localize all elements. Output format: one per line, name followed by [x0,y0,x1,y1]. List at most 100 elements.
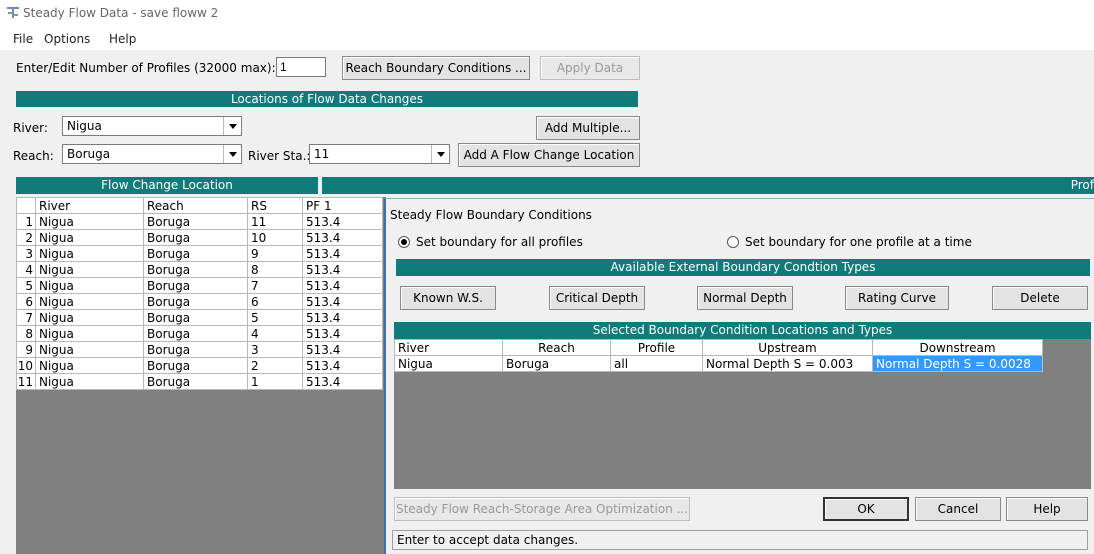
cell-rs[interactable]: 7 [247,277,303,294]
cell-reach[interactable]: Boruga [143,325,248,342]
table-row[interactable]: 2 Nigua Boruga 10 513.4 [16,229,383,246]
table-row[interactable]: 6 Nigua Boruga 6 513.4 [16,293,383,310]
cell-flow[interactable]: 513.4 [302,357,383,374]
profiles-label: Enter/Edit Number of Profiles (32000 max… [16,61,276,75]
row-number: 3 [16,245,36,262]
delete-button[interactable]: Delete [992,286,1088,310]
table-row[interactable]: 7 Nigua Boruga 5 513.4 [16,309,383,326]
cell-river[interactable]: Nigua [35,229,144,246]
river-select[interactable]: Nigua [62,116,242,136]
table-row[interactable]: 3 Nigua Boruga 9 513.4 [16,245,383,262]
radio-selected-icon[interactable] [398,236,410,248]
critical-depth-button[interactable]: Critical Depth [549,286,645,310]
ok-button[interactable]: OK [823,497,909,521]
flow-change-table: River Reach RS PF 1 1 Nigua Boruga 11 513.4 … [16,197,383,390]
rating-curve-button[interactable]: Rating Curve [845,286,949,310]
cell-rs[interactable]: 6 [247,293,303,310]
radio-all-profiles[interactable]: Set boundary for all profiles [398,235,583,249]
chevron-down-icon[interactable] [431,145,449,163]
river-station-select[interactable]: 11 [309,144,450,164]
cell-upstream[interactable]: Normal Depth S = 0.003 [702,355,873,372]
cell-river[interactable]: Nigua [35,357,144,374]
row-number: 2 [16,229,36,246]
reach-boundary-conditions-button[interactable]: Reach Boundary Conditions ... [342,56,530,80]
table-row[interactable]: 10 Nigua Boruga 2 513.4 [16,357,383,374]
cell-downstream[interactable]: Normal Depth S = 0.0028 [872,355,1043,372]
cell-flow[interactable]: 513.4 [302,213,383,230]
table-row[interactable]: 4 Nigua Boruga 8 513.4 [16,261,383,278]
cell-river[interactable]: Nigua [394,355,503,372]
cell-river[interactable]: Nigua [35,261,144,278]
cell-flow[interactable]: 513.4 [302,309,383,326]
cell-flow[interactable]: 513.4 [302,229,383,246]
menu-bar: File Options Help [0,30,1094,50]
add-multiple-button[interactable]: Add Multiple... [536,116,640,140]
cell-flow[interactable]: 513.4 [302,341,383,358]
cell-flow[interactable]: 513.4 [302,373,383,390]
table-row[interactable]: 8 Nigua Boruga 4 513.4 [16,325,383,342]
cell-rs[interactable]: 3 [247,341,303,358]
reach-select[interactable]: Boruga [62,144,242,164]
cell-rs[interactable]: 4 [247,325,303,342]
table-row[interactable]: Nigua Boruga all Normal Depth S = 0.003 … [394,355,1043,372]
radio-unselected-icon[interactable] [727,236,739,248]
dialog-title: Steady Flow Boundary Conditions [390,208,592,222]
chevron-down-icon[interactable] [223,145,241,163]
known-ws-button[interactable]: Known W.S. [400,286,496,310]
cell-flow[interactable]: 513.4 [302,325,383,342]
cell-reach[interactable]: Boruga [143,293,248,310]
cell-reach[interactable]: Boruga [143,277,248,294]
profiles-input[interactable] [276,57,326,77]
cell-flow[interactable]: 513.4 [302,261,383,278]
cell-reach[interactable]: Boruga [143,261,248,278]
cell-reach[interactable]: Boruga [143,357,248,374]
cell-reach[interactable]: Boruga [143,309,248,326]
add-flow-change-location-button[interactable]: Add A Flow Change Location [458,143,640,167]
cell-flow[interactable]: 513.4 [302,277,383,294]
table-row[interactable]: 1 Nigua Boruga 11 513.4 [16,213,383,230]
table-header-row: River Reach Profile Upstream Downstream [394,339,1043,356]
column-header-river: River [394,339,503,356]
cell-reach[interactable]: Boruga [143,229,248,246]
river-station-label: River Sta.: [248,149,311,163]
row-number: 7 [16,309,36,326]
cell-rs[interactable]: 2 [247,357,303,374]
cell-reach[interactable]: Boruga [143,373,248,390]
cell-river[interactable]: Nigua [35,309,144,326]
river-select-value: Nigua [67,119,102,133]
cell-rs[interactable]: 1 [247,373,303,390]
cell-river[interactable]: Nigua [35,325,144,342]
menu-file[interactable]: File [13,32,33,46]
chevron-down-icon[interactable] [223,117,241,135]
cell-river[interactable]: Nigua [35,341,144,358]
cell-river[interactable]: Nigua [35,373,144,390]
menu-help[interactable]: Help [109,32,136,46]
cell-river[interactable]: Nigua [35,213,144,230]
cell-river[interactable]: Nigua [35,245,144,262]
cell-reach[interactable]: Boruga [502,355,611,372]
cell-rs[interactable]: 9 [247,245,303,262]
cell-rs[interactable]: 11 [247,213,303,230]
cell-rs[interactable]: 8 [247,261,303,278]
table-header-row: River Reach RS PF 1 [16,197,383,214]
cell-reach[interactable]: Boruga [143,213,248,230]
cell-flow[interactable]: 513.4 [302,293,383,310]
title-bar: Steady Flow Data - save floww 2 [0,0,1094,30]
cell-reach[interactable]: Boruga [143,341,248,358]
radio-one-profile[interactable]: Set boundary for one profile at a time [727,235,972,249]
table-row[interactable]: 11 Nigua Boruga 1 513.4 [16,373,383,390]
menu-options[interactable]: Options [44,32,90,46]
profiles-header: Prof [322,177,1094,194]
table-row[interactable]: 9 Nigua Boruga 3 513.4 [16,341,383,358]
cell-rs[interactable]: 10 [247,229,303,246]
help-button[interactable]: Help [1006,497,1088,521]
cell-profile[interactable]: all [610,355,703,372]
cell-rs[interactable]: 5 [247,309,303,326]
cancel-button[interactable]: Cancel [915,497,1001,521]
table-row[interactable]: 5 Nigua Boruga 7 513.4 [16,277,383,294]
cell-flow[interactable]: 513.4 [302,245,383,262]
normal-depth-button[interactable]: Normal Depth [697,286,793,310]
cell-river[interactable]: Nigua [35,293,144,310]
cell-river[interactable]: Nigua [35,277,144,294]
cell-reach[interactable]: Boruga [143,245,248,262]
